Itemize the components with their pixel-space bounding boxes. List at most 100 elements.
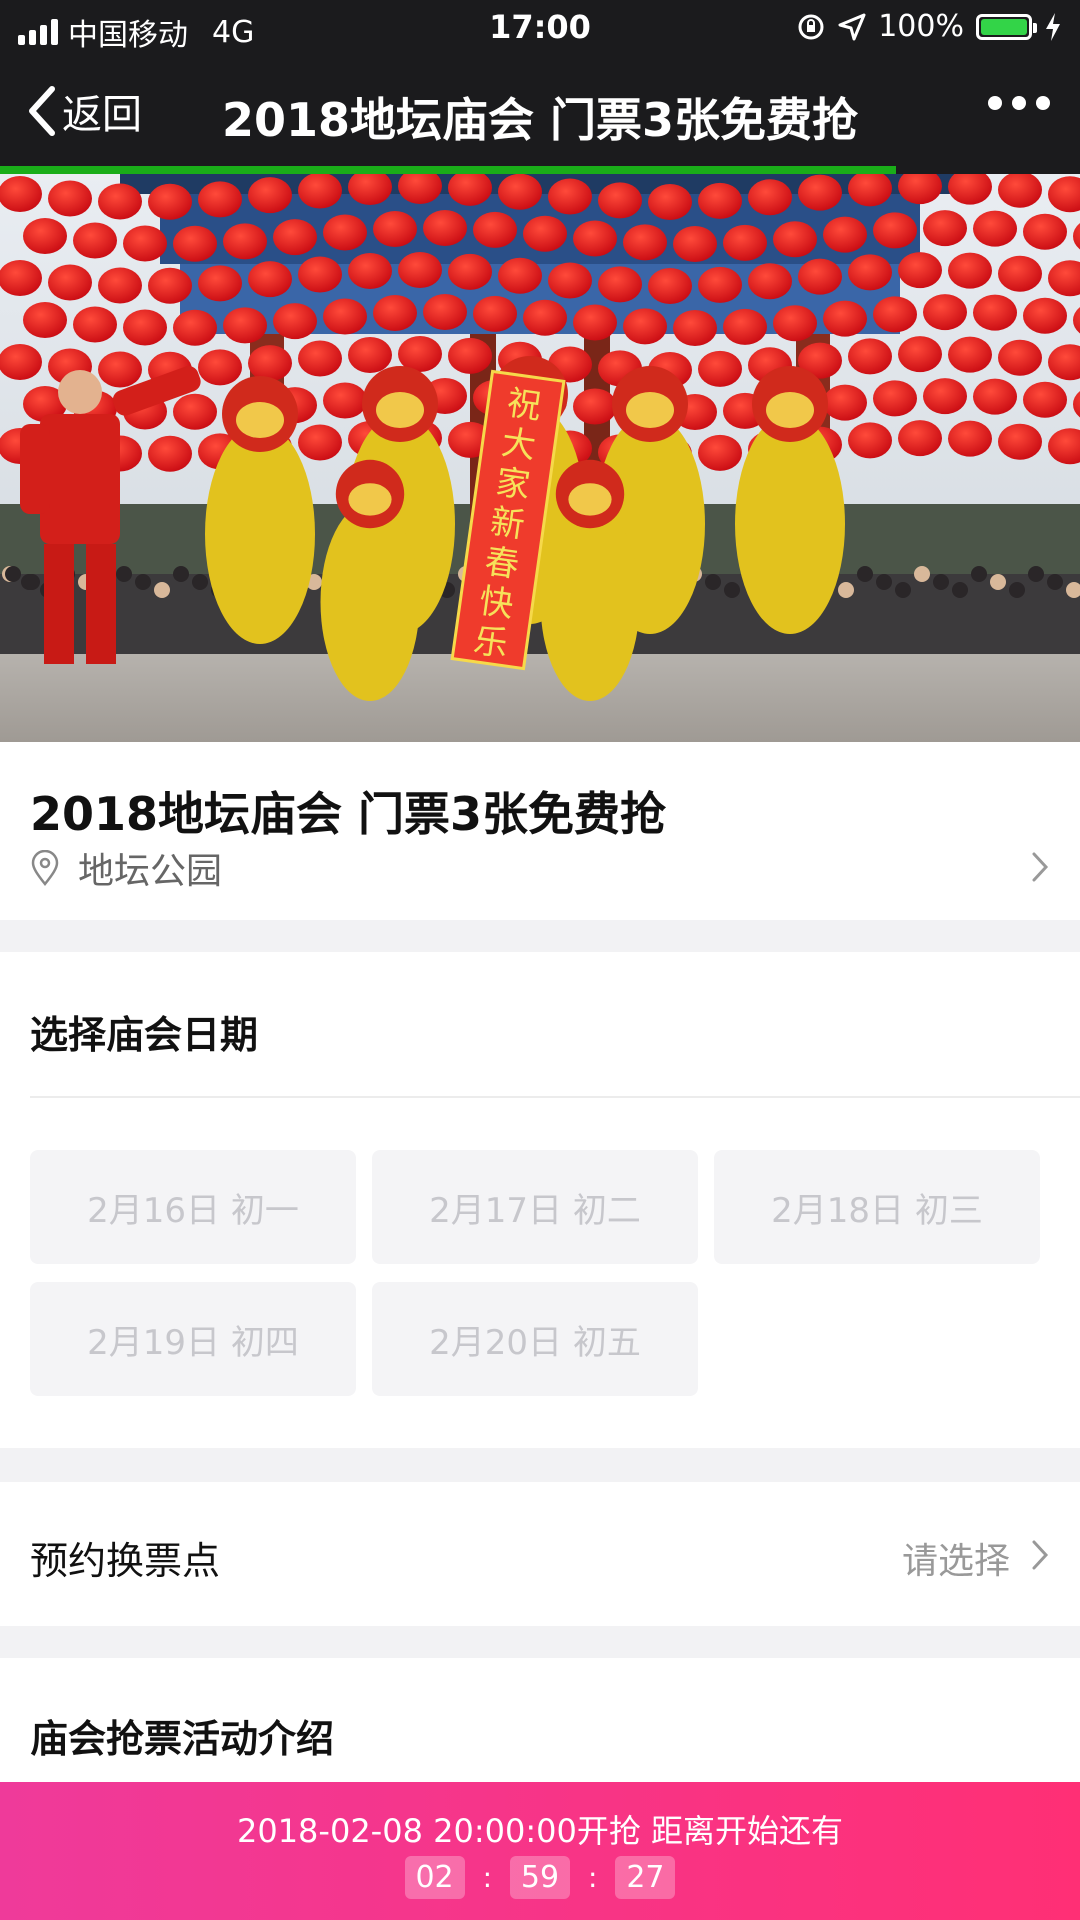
lantern — [548, 262, 592, 299]
lantern — [698, 350, 742, 387]
lantern — [573, 304, 617, 341]
lantern — [773, 305, 817, 342]
date-option[interactable]: 2月18日 初三 — [714, 1150, 1040, 1264]
crowd-person — [990, 574, 1006, 590]
chevron-right-icon — [1032, 852, 1049, 882]
lantern — [373, 295, 417, 332]
lantern — [923, 294, 967, 331]
crowd-person — [1028, 566, 1044, 582]
lantern — [848, 422, 892, 459]
lantern — [648, 183, 692, 220]
countdown-minutes: 59 — [510, 1856, 570, 1899]
lantern — [223, 307, 267, 344]
lantern — [998, 423, 1042, 460]
lantern — [823, 384, 867, 421]
lantern — [973, 294, 1017, 331]
pickup-point-value: 请选择 — [901, 1541, 1010, 1582]
lantern — [773, 221, 817, 258]
date-option[interactable]: 2月16日 初一 — [30, 1150, 356, 1264]
lantern — [498, 174, 542, 210]
date-option[interactable]: 2月19日 初四 — [30, 1282, 356, 1396]
crowd-person — [705, 574, 721, 590]
lantern — [0, 176, 42, 212]
lantern — [823, 216, 867, 253]
lantern — [298, 424, 342, 461]
lantern — [298, 340, 342, 377]
lantern — [923, 210, 967, 247]
lantern — [348, 253, 392, 290]
lantern — [323, 382, 367, 419]
location-pin-icon — [31, 850, 59, 886]
lantern — [723, 224, 767, 261]
lantern — [698, 182, 742, 219]
lantern — [573, 388, 617, 425]
lantern — [148, 267, 192, 304]
lantern — [173, 309, 217, 346]
event-title: 2018地坛庙会 门票3张免费抢 — [30, 787, 667, 841]
load-progress-fill — [0, 166, 897, 174]
nav-title: 2018地坛庙会 门票3张免费抢 — [221, 93, 859, 147]
lantern — [223, 223, 267, 260]
lantern — [123, 225, 167, 262]
lantern — [748, 263, 792, 300]
crowd-person — [971, 566, 987, 582]
time-separator: : — [588, 1861, 598, 1894]
lantern — [598, 266, 642, 303]
lantern — [348, 337, 392, 374]
orientation-lock-icon — [798, 14, 824, 39]
crowd-person — [952, 582, 968, 598]
countdown-text: 2018-02-08 20:00:00开抢 距离开始还有 — [236, 1812, 844, 1850]
lantern — [898, 420, 942, 457]
lantern — [198, 349, 242, 386]
date-option[interactable]: 2月17日 初二 — [372, 1150, 698, 1264]
lantern — [948, 420, 992, 457]
crowd-person — [838, 582, 854, 598]
divider — [30, 1096, 1080, 1098]
lantern — [698, 266, 742, 303]
lantern — [523, 299, 567, 336]
lantern — [48, 264, 92, 301]
lantern — [648, 267, 692, 304]
crowd-person — [876, 574, 892, 590]
status-bar: 中国移动 4G 17:00 100% — [0, 0, 1080, 56]
lantern — [573, 220, 617, 257]
lantern — [848, 254, 892, 291]
lantern — [998, 255, 1042, 292]
lantern — [948, 252, 992, 289]
lantern — [898, 252, 942, 289]
lantern — [448, 253, 492, 290]
lantern — [398, 252, 442, 289]
lantern — [123, 309, 167, 346]
lantern — [1023, 381, 1067, 418]
lantern — [173, 393, 217, 430]
crowd-person — [173, 566, 189, 582]
lantern — [798, 174, 842, 211]
lantern — [873, 296, 917, 333]
nav-bar: 返回 2018地坛庙会 门票3张免费抢 — [0, 56, 1080, 166]
lantern — [1023, 297, 1067, 334]
crowd-person — [154, 582, 170, 598]
crowd-person — [933, 574, 949, 590]
event-location[interactable]: 地坛公园 — [30, 842, 222, 894]
lantern — [98, 183, 142, 220]
lantern — [548, 178, 592, 215]
lantern — [273, 219, 317, 256]
lantern — [673, 309, 717, 346]
lantern — [23, 218, 67, 254]
lantern — [973, 210, 1017, 247]
countdown-bar[interactable]: 2018-02-08 20:00:00开抢 距离开始还有 02 : 59 : 2… — [0, 1782, 1080, 1920]
lantern — [973, 378, 1017, 415]
lantern — [148, 183, 192, 220]
lantern — [898, 336, 942, 373]
location-arrow-icon — [838, 13, 866, 40]
lantern — [23, 302, 67, 338]
lantern — [298, 174, 342, 209]
more-button[interactable] — [988, 96, 1050, 110]
lantern — [798, 258, 842, 295]
countdown-seconds: 27 — [615, 1856, 676, 1899]
date-section-title: 选择庙会日期 — [30, 1013, 259, 1057]
lantern — [448, 337, 492, 374]
crowd-person — [1009, 582, 1025, 598]
lantern — [723, 308, 767, 345]
date-option[interactable]: 2月20日 初五 — [372, 1282, 698, 1396]
